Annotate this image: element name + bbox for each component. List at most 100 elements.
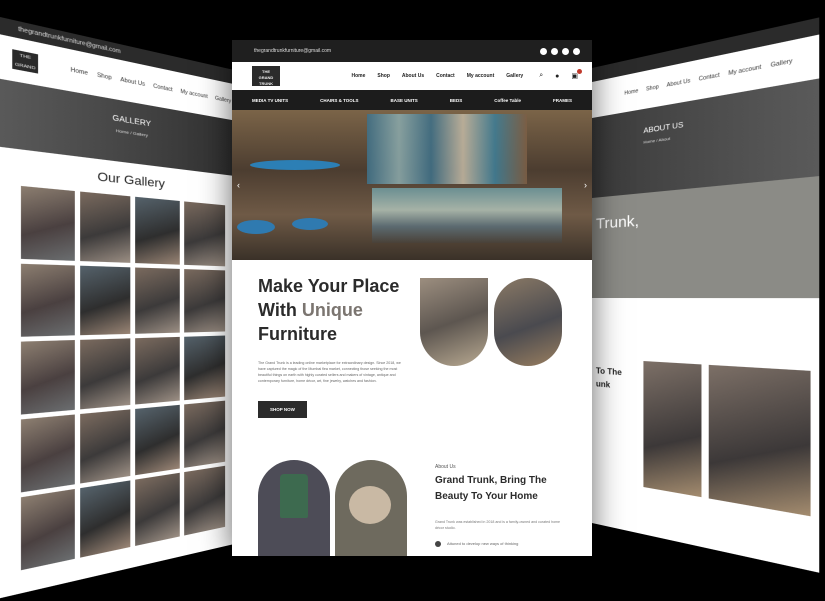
about-heading: Grand Trunk, Bring The Beauty To Your Ho…	[435, 475, 547, 502]
gallery-image[interactable]	[80, 338, 130, 410]
mirror-product-image	[420, 278, 488, 366]
right-title-line2: unk	[595, 379, 611, 390]
twitter-icon[interactable]	[573, 47, 580, 55]
right-nav-contact[interactable]: Contact	[699, 72, 720, 83]
slider-next-icon[interactable]: ›	[584, 180, 587, 190]
hero-table-image	[250, 160, 340, 170]
lantern-image	[258, 460, 330, 556]
right-about-block: Trunk,	[592, 176, 820, 299]
vase-image	[335, 460, 407, 556]
hero-stool-image	[237, 220, 275, 234]
left-nav-account[interactable]: My account	[180, 89, 207, 101]
nav-about[interactable]: About Us	[402, 73, 424, 79]
slider-prev-icon[interactable]: ‹	[237, 180, 240, 190]
cart-icon[interactable]: ▣	[571, 69, 582, 80]
gallery-grid	[0, 183, 243, 576]
left-nav-gallery[interactable]: Gallery	[215, 95, 231, 104]
hero-stool-image	[292, 218, 328, 230]
cart-count-badge	[577, 69, 582, 74]
gallery-image[interactable]	[183, 400, 226, 468]
gallery-image[interactable]	[20, 414, 76, 493]
main-menu: Home Shop About Us Contact My account Ga…	[351, 73, 523, 79]
right-photos	[592, 358, 819, 518]
right-section-title: To The unk	[596, 364, 622, 392]
left-nav-shop[interactable]: Shop	[97, 72, 112, 82]
gallery-image[interactable]	[183, 269, 226, 333]
hero-bench-image	[372, 188, 562, 243]
gallery-page-preview: thegrandtrunkfurniture@gmail.com THE GRAN…	[0, 15, 244, 600]
right-nav-account[interactable]: My account	[728, 64, 761, 77]
hero-slider: ‹ ›	[232, 110, 592, 260]
intro-section: Make Your Place With Unique Furniture Th…	[232, 260, 592, 418]
left-banner-title: GALLERY	[112, 114, 152, 129]
left-nav-contact[interactable]: Contact	[153, 83, 173, 93]
logo-text-trunk: TRUNK	[259, 81, 273, 86]
gallery-image[interactable]	[134, 267, 180, 334]
hero-heading-with: With	[258, 300, 302, 320]
hero-heading-line1: Make Your Place	[258, 276, 400, 296]
about-page-preview: Home Shop About Us Contact My account Ga…	[592, 17, 820, 573]
gallery-image[interactable]	[183, 335, 226, 401]
user-icon[interactable]: ●	[555, 73, 559, 80]
search-icon[interactable]: ⌕	[539, 72, 543, 80]
cat-beds[interactable]: BEDS	[450, 98, 463, 103]
gallery-image[interactable]	[80, 480, 130, 558]
site-logo[interactable]: THE GRAND TRUNK	[252, 66, 280, 86]
gallery-image[interactable]	[134, 196, 180, 265]
facebook-icon[interactable]	[540, 47, 547, 55]
vase-shape	[349, 486, 391, 524]
right-nav-shop[interactable]: Shop	[646, 84, 659, 93]
cat-frames[interactable]: FRAMES	[553, 98, 572, 103]
cat-coffee-table[interactable]: Coffee Table	[494, 98, 521, 103]
top-bar: thegrandtrunkfurniture@gmail.com	[232, 40, 592, 62]
gallery-image[interactable]	[134, 336, 180, 405]
check-icon	[435, 541, 441, 547]
left-logo[interactable]: THE GRAND	[12, 49, 39, 74]
right-nav-home[interactable]: Home	[624, 88, 638, 97]
gallery-image[interactable]	[80, 265, 130, 336]
gallery-image[interactable]	[20, 339, 76, 415]
hero-heading-unique: Unique	[301, 300, 363, 320]
gallery-image[interactable]	[134, 472, 180, 547]
hero-heading-line2: With Unique	[258, 298, 423, 322]
youtube-icon[interactable]	[562, 47, 569, 55]
store-interior-image	[494, 278, 562, 366]
gallery-image[interactable]	[183, 201, 226, 267]
header-icons: ⌕ ● ▣	[539, 69, 582, 80]
cat-base-units[interactable]: BASE UNITS	[391, 98, 418, 103]
right-nav-gallery[interactable]: Gallery	[771, 58, 793, 69]
gallery-image[interactable]	[134, 404, 180, 476]
category-bar: MEDIA TV UNITS CHAIRS & TOOLS BASE UNITS…	[232, 90, 592, 110]
left-nav-home[interactable]: Home	[71, 67, 89, 77]
nav-contact[interactable]: Contact	[436, 73, 455, 79]
gallery-image[interactable]	[80, 191, 130, 263]
hero-cabinet-image	[367, 114, 527, 184]
nav-home[interactable]: Home	[351, 73, 365, 79]
right-nav-about[interactable]: About Us	[667, 78, 691, 89]
home-page-preview: thegrandtrunkfurniture@gmail.com THE GRA…	[232, 40, 592, 556]
gallery-image[interactable]	[183, 465, 226, 536]
nav-my-account[interactable]: My account	[467, 73, 495, 79]
gallery-image[interactable]	[20, 185, 76, 261]
contact-email[interactable]: thegrandtrunkfurniture@gmail.com	[254, 48, 331, 54]
nav-shop[interactable]: Shop	[377, 73, 390, 79]
gallery-image[interactable]	[20, 488, 76, 571]
gallery-image[interactable]	[20, 263, 76, 337]
about-label: About Us	[435, 464, 456, 470]
mockup-stage: thegrandtrunkfurniture@gmail.com THE GRAN…	[0, 0, 825, 601]
lantern-shape	[280, 474, 308, 518]
store-photo	[643, 361, 702, 498]
intro-paragraph: The Grand Trunk is a leading online mark…	[258, 361, 401, 383]
shop-now-button[interactable]: SHOP NOW	[258, 401, 307, 418]
instagram-icon[interactable]	[551, 47, 558, 55]
right-about-title: Trunk,	[595, 212, 640, 233]
about-section: About Us Grand Trunk, Bring The Beauty T…	[232, 455, 592, 556]
cat-media-tv-units[interactable]: MEDIA TV UNITS	[252, 98, 288, 103]
nav-gallery[interactable]: Gallery	[506, 73, 523, 79]
about-feature-text: Attuned to develop new ways of thinking	[447, 541, 519, 547]
about-feature: Attuned to develop new ways of thinking	[435, 541, 518, 547]
cat-chairs-tools[interactable]: CHAIRS & TOOLS	[320, 98, 358, 103]
left-nav-about[interactable]: About Us	[120, 77, 145, 88]
gallery-image[interactable]	[80, 409, 130, 484]
social-links	[540, 47, 580, 55]
